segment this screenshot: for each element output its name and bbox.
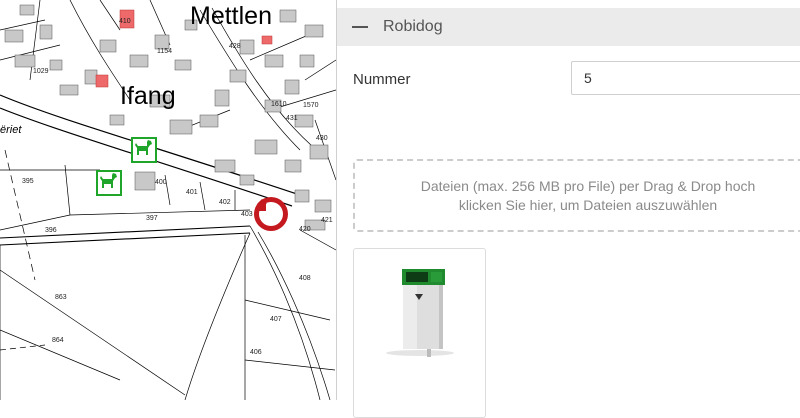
map-basemap [0, 0, 336, 400]
parcel-number: 410 [119, 18, 131, 25]
parcel-number: 395 [22, 178, 34, 185]
parcel-number: 864 [52, 337, 64, 344]
place-label-riet: ëriet [0, 124, 22, 136]
dropzone-text-line1: Dateien (max. 256 MB pro File) per Drag … [420, 178, 756, 194]
parcel-number: 400 [155, 179, 167, 186]
place-label-mettlen: Mettlen [190, 2, 272, 30]
dog-marker[interactable] [96, 170, 122, 196]
parcel-number: 397 [146, 215, 158, 222]
dog-marker[interactable] [131, 137, 157, 163]
nummer-label: Nummer [353, 71, 411, 88]
parcel-number: 863 [55, 294, 67, 301]
place-label-ifang: Ifang [120, 82, 176, 110]
collapse-icon[interactable] [352, 26, 368, 28]
dog-icon [100, 173, 117, 188]
parcel-number: 1610 [271, 101, 287, 108]
dropzone-text-line2: klicken Sie hier, um Dateien auszuwählen [458, 197, 718, 213]
parcel-number: 421 [321, 217, 333, 224]
robidog-dispenser-image [386, 269, 454, 357]
parcel-number: 428 [229, 43, 241, 50]
parcel-number: 1029 [33, 68, 49, 75]
parcel-number: 1570 [303, 102, 319, 109]
dog-waste-bin-icon [257, 199, 267, 211]
parcel-number: 406 [250, 349, 262, 356]
parcel-number: 403 [241, 211, 253, 218]
section-title: Robidog [383, 18, 443, 35]
parcel-number: 402 [219, 199, 231, 206]
section-header[interactable]: Robidog [337, 8, 800, 46]
parcel-number: 401 [186, 189, 198, 196]
parcel-number: 430 [316, 135, 328, 142]
detail-panel: Robidog Nummer Dateien (max. 256 MB pro … [336, 0, 800, 418]
parcel-number: 420 [299, 226, 311, 233]
file-dropzone[interactable]: Dateien (max. 256 MB pro File) per Drag … [353, 159, 800, 232]
dog-icon [135, 140, 152, 155]
parcel-number: 396 [45, 227, 57, 234]
selected-poi-marker[interactable] [254, 197, 288, 231]
cadastral-map[interactable]: Mettlen Ifang ëriet 410 428 1154 1029 16… [0, 0, 336, 400]
parcel-number: 1154 [157, 48, 173, 55]
parcel-number: 407 [270, 316, 282, 323]
parcel-number: 431 [286, 115, 298, 122]
nummer-input[interactable] [571, 61, 800, 95]
file-thumbnail-card[interactable] [353, 248, 486, 418]
parcel-number: 408 [299, 275, 311, 282]
